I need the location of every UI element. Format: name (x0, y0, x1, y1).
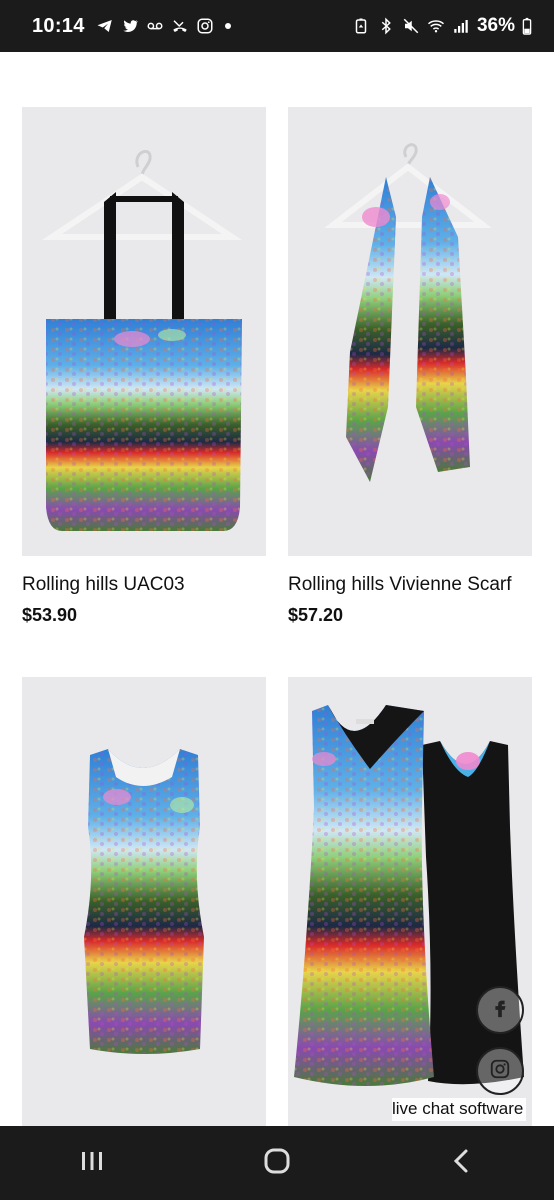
back-button[interactable] (432, 1138, 492, 1188)
home-icon (262, 1146, 292, 1180)
bluetooth-icon (377, 17, 395, 35)
instagram-icon (196, 17, 214, 35)
dot-icon (224, 23, 231, 29)
navigation-bar (0, 1126, 554, 1200)
instagram-icon (489, 1058, 511, 1084)
status-bar: 10:14 36% (0, 0, 554, 52)
missed-call-icon (171, 17, 189, 35)
back-icon (447, 1146, 477, 1180)
status-right: 36% (352, 15, 532, 37)
product-title[interactable]: Rolling hills UAC03 (22, 574, 185, 596)
recent-apps-button[interactable] (62, 1138, 122, 1188)
battery-saver-icon (352, 17, 370, 35)
battery-icon (522, 17, 532, 35)
product-image-tote-bag[interactable] (22, 107, 266, 556)
wifi-icon (427, 17, 445, 35)
twitter-icon (121, 17, 139, 35)
facebook-button[interactable] (476, 986, 524, 1034)
battery-percentage: 36% (476, 15, 515, 36)
recent-apps-icon (77, 1146, 107, 1180)
live-chat-link[interactable]: live chat software (392, 1098, 527, 1121)
telegram-icon (96, 17, 114, 35)
product-image-scarf[interactable] (288, 107, 532, 556)
clock: 10:14 (32, 14, 85, 37)
mute-icon (402, 17, 420, 35)
signal-icon (452, 17, 470, 35)
product-title[interactable]: Rolling hills Vivienne Scarf (288, 574, 512, 596)
product-grid: Rolling hills UAC03 $53.90 Rolling hills… (0, 52, 554, 1126)
instagram-button[interactable] (476, 1047, 524, 1095)
status-left: 10:14 (32, 15, 231, 38)
product-price: $57.20 (288, 605, 344, 625)
voicemail-icon (146, 17, 164, 35)
home-button[interactable] (247, 1138, 307, 1188)
product-price: $53.90 (22, 605, 78, 625)
product-image-fitted-dress[interactable] (22, 677, 266, 1126)
facebook-icon (489, 997, 511, 1023)
